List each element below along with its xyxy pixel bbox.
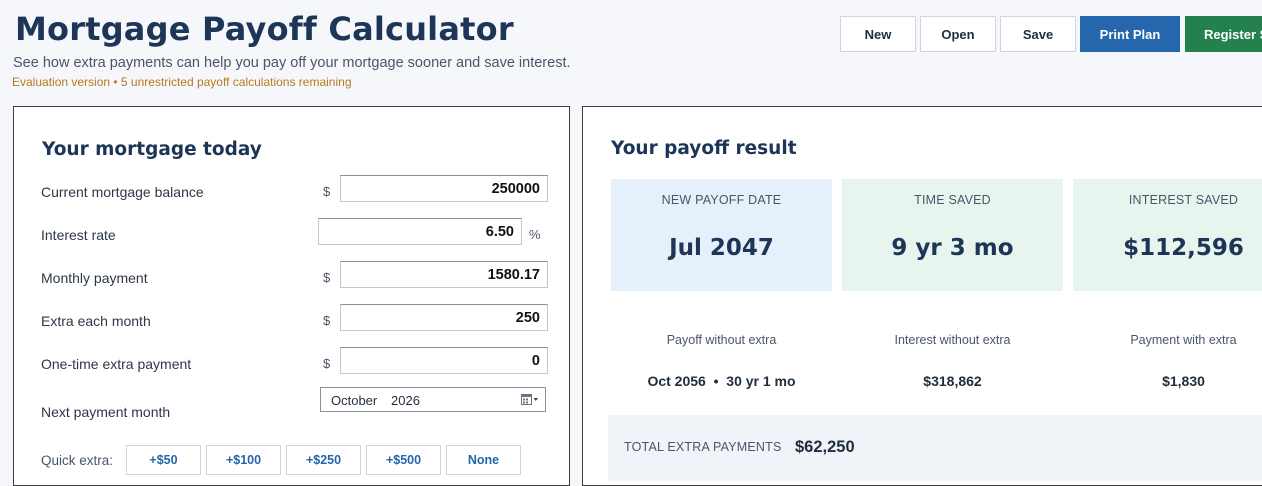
next-payment-month-picker[interactable]: October 2026 [320, 387, 546, 412]
mortgage-panel: Your mortgage today Current mortgage bal… [13, 106, 570, 486]
new-button[interactable]: New [840, 16, 916, 52]
quick-extra-50-button[interactable]: +$50 [126, 445, 201, 475]
card-label: TIME SAVED [914, 193, 991, 207]
new-payoff-date-card: NEW PAYOFF DATE Jul 2047 [611, 179, 832, 291]
interest-rate-input[interactable] [318, 218, 522, 245]
stat-value: $318,862 [923, 373, 982, 389]
payoff-result-panel: Your payoff result NEW PAYOFF DATE Jul 2… [582, 106, 1262, 486]
rate-label: Interest rate [41, 227, 116, 243]
picker-year: 2026 [391, 393, 420, 408]
total-extra-payments-bar: TOTAL EXTRA PAYMENTS $62,250 [608, 415, 1262, 481]
stat-label: Interest without extra [894, 333, 1011, 347]
save-button[interactable]: Save [1000, 16, 1076, 52]
payment-currency: $ [323, 270, 331, 285]
balance-input[interactable] [340, 175, 548, 202]
card-label: INTEREST SAVED [1128, 193, 1239, 207]
quick-extra-none-button[interactable]: None [446, 445, 521, 475]
next-month-label: Next payment month [41, 404, 171, 420]
total-extra-label: TOTAL EXTRA PAYMENTS [624, 440, 782, 454]
app-subtitle: See how extra payments can help you pay … [13, 55, 571, 71]
stat-label: Payment with extra [1130, 333, 1237, 347]
print-plan-button[interactable]: Print Plan [1080, 16, 1180, 52]
app-title: Mortgage Payoff Calculator [15, 10, 514, 48]
quick-extra-500-button[interactable]: +$500 [366, 445, 441, 475]
quick-extra-250-button[interactable]: +$250 [286, 445, 361, 475]
rate-percent: % [529, 227, 541, 242]
onetime-extra-input[interactable] [340, 347, 548, 374]
card-value: $112,596 [1123, 235, 1244, 261]
total-extra-value: $62,250 [795, 438, 855, 456]
monthly-payment-input[interactable] [340, 261, 548, 288]
extra-label: Extra each month [41, 313, 151, 329]
interest-saved-card: INTEREST SAVED $112,596 [1073, 179, 1262, 291]
card-label: NEW PAYOFF DATE [661, 193, 782, 207]
onetime-label: One-time extra payment [41, 356, 192, 372]
result-panel-title: Your payoff result [611, 138, 797, 159]
balance-currency: $ [323, 184, 331, 199]
balance-label: Current mortgage balance [41, 184, 204, 200]
open-button[interactable]: Open [920, 16, 996, 52]
quick-extra-100-button[interactable]: +$100 [206, 445, 281, 475]
extra-monthly-input[interactable] [340, 304, 548, 331]
evaluation-notice: Evaluation version • 5 unrestricted payo… [12, 75, 352, 89]
mortgage-panel-title: Your mortgage today [42, 139, 262, 160]
card-value: Jul 2047 [669, 235, 774, 261]
picker-month: October [331, 393, 378, 408]
onetime-currency: $ [323, 356, 331, 371]
time-saved-card: TIME SAVED 9 yr 3 mo [842, 179, 1063, 291]
stat-label: Payoff without extra [666, 333, 777, 347]
extra-currency: $ [323, 313, 331, 328]
quick-extra-label: Quick extra: [41, 453, 114, 468]
register-button[interactable]: Register S [1185, 16, 1262, 52]
card-value: 9 yr 3 mo [891, 235, 1014, 261]
calendar-dropdown-icon[interactable] [521, 393, 539, 406]
payment-label: Monthly payment [41, 270, 148, 286]
stat-value: $1,830 [1162, 373, 1205, 389]
stat-value: Oct 2056 • 30 yr 1 mo [647, 373, 796, 389]
